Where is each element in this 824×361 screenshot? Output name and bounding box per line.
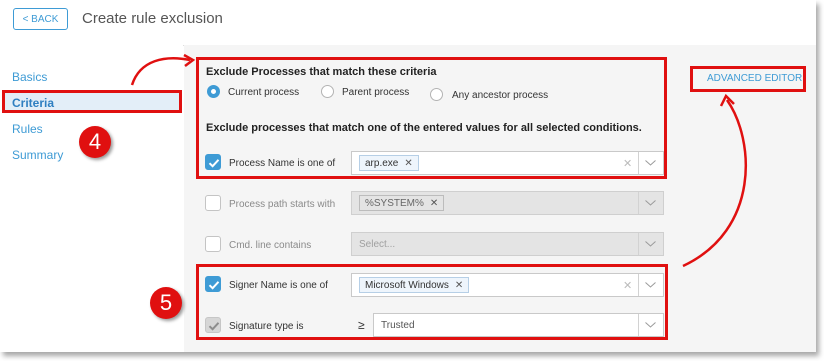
annotation-arrows (130, 53, 748, 268)
step-5-badge: 5 (150, 287, 182, 319)
step-4-badge: 4 (79, 126, 111, 158)
arrow-curve-criteria (130, 57, 191, 86)
arrow-curve-advanced (682, 99, 748, 268)
